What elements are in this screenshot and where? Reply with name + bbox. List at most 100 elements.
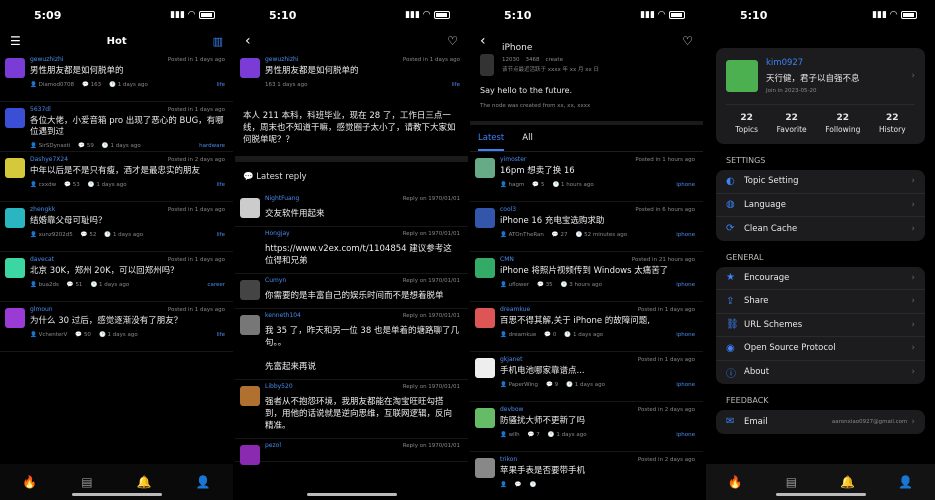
node-tag[interactable]: life (217, 232, 225, 238)
hot-tab-icon[interactable]: 🔥 (22, 475, 37, 489)
profile-tab-icon[interactable]: 👤 (196, 475, 211, 489)
avatar[interactable] (240, 445, 260, 465)
node-tag[interactable]: iphone (676, 232, 695, 238)
topic-row[interactable]: davecat Posted in 1 days ago 北京 30K，郑州 2… (0, 252, 233, 302)
heart-icon[interactable]: ♡ (682, 34, 693, 48)
avatar[interactable] (475, 208, 495, 228)
ranking-icon[interactable]: ▥ (213, 35, 223, 48)
node-tag[interactable]: iphone (676, 382, 695, 388)
reply-item[interactable]: Cumyn Reply on 1970/01/01 你需要的是丰富自己的娱乐时间… (235, 274, 468, 309)
avatar[interactable] (5, 158, 25, 178)
avatar[interactable] (240, 198, 260, 218)
status-time: 5:09 (34, 8, 62, 22)
row-topic-setting[interactable]: ◐ Topic Setting › (716, 170, 925, 194)
avatar[interactable] (475, 408, 495, 428)
last-reply-user[interactable]: 👤 (500, 482, 507, 488)
avatar[interactable] (475, 258, 495, 278)
profile-card[interactable]: kim0927 天行健，君子以自强不息 Join in 2023-05-20 ›… (716, 48, 925, 144)
avatar[interactable] (5, 208, 25, 228)
topic-row[interactable]: Dashye7X24 Posted in 2 days ago 中年以后是不是只… (0, 152, 233, 202)
avatar[interactable] (240, 386, 260, 406)
row-share[interactable]: ⇪ Share › (716, 290, 925, 314)
node-tag[interactable]: life (217, 182, 225, 188)
settings-card: ◐ Topic Setting › ◍ Language › ⟳ Clean Cac… (716, 170, 925, 241)
topic-row[interactable]: devbow Posted in 2 days ago 防骚扰大师不更新了吗 👤… (470, 402, 703, 452)
last-reply-user[interactable]: 👤 PaperWing (500, 382, 538, 388)
last-reply-user[interactable]: 👤 SirSDynasti (30, 143, 70, 149)
node-tag[interactable]: iphone (676, 182, 695, 188)
topic-row[interactable]: zhengkk Posted in 1 days ago 结婚靠父母可耻吗？ 👤… (0, 202, 233, 252)
status-icons: ▮▮▮ ◠ (640, 10, 685, 20)
avatar[interactable] (475, 358, 495, 378)
notification-tab-icon[interactable]: 🔔 (137, 475, 152, 489)
last-reply-user[interactable]: 👤 xunz9202d5 (30, 232, 73, 238)
avatar[interactable] (5, 58, 25, 78)
topic-row[interactable]: gkjanet Posted in 1 days ago 手机电池哪家靠谱点..… (470, 352, 703, 402)
last-reply-user[interactable]: 👤 dreamkue (500, 332, 536, 338)
avatar[interactable] (5, 308, 25, 328)
node-tag[interactable]: career (207, 282, 225, 288)
email-row[interactable]: ✉ Email aaronxiao0927@gmail.com › (716, 410, 925, 434)
row-language[interactable]: ◍ Language › (716, 194, 925, 217)
topic-row[interactable]: trikon Posted in 2 days ago 苹果手表是否要带手机 👤… (470, 452, 703, 500)
topic-row[interactable]: 5637dl Posted in 1 days ago 各位大佬，小爱音箱 pr… (0, 102, 233, 152)
topic-row[interactable]: yimoster Posted in 1 hours ago 16pm 想卖了换… (470, 152, 703, 202)
back-icon[interactable]: ‹ (480, 33, 486, 49)
node-tag[interactable]: life (452, 82, 460, 88)
tab-all[interactable]: All (522, 133, 533, 151)
last-reply-user[interactable]: 👤 ATOnTheRan (500, 232, 544, 238)
avatar[interactable] (475, 308, 495, 328)
last-reply-user[interactable]: 👤 hagm (500, 182, 524, 188)
topic-title: 防骚扰大师不更新了吗 (500, 416, 586, 426)
avatar[interactable] (5, 108, 25, 128)
stat-topics[interactable]: 22 Topics (735, 113, 758, 134)
last-reply-user[interactable]: 👤 cxxdw (30, 182, 56, 188)
back-icon[interactable]: ‹ (245, 33, 251, 49)
nodes-tab-icon[interactable]: ▤ (786, 475, 797, 489)
stat-favorite[interactable]: 22 Favorite (777, 113, 807, 134)
topic-row[interactable]: cool3 Posted in 6 hours ago iPhone 16 充电… (470, 202, 703, 252)
last-reply-user[interactable]: 👤 VchenterV (30, 332, 67, 338)
last-reply-user[interactable]: 👤 wllh (500, 432, 520, 438)
hot-tab-icon[interactable]: 🔥 (728, 475, 743, 489)
row-encourage[interactable]: ★ Encourage › (716, 267, 925, 290)
last-reply-user[interactable]: 👤 Diamod0708 (30, 82, 74, 88)
last-reply-user[interactable]: 👤 bua2ds (30, 282, 59, 288)
stat-following[interactable]: 22 Following (825, 113, 860, 134)
menu-icon[interactable]: ☰ (10, 34, 21, 48)
node-tag[interactable]: life (217, 332, 225, 338)
avatar[interactable] (5, 258, 25, 278)
username: kim0927 (766, 58, 804, 68)
avatar[interactable] (475, 458, 495, 478)
avatar[interactable] (240, 58, 260, 78)
profile-tab-icon[interactable]: 👤 (898, 475, 913, 489)
avatar[interactable] (475, 158, 495, 178)
topic-row[interactable]: gewuzhizhi Posted in 1 days ago 男性朋友都是如何… (0, 52, 233, 102)
row-clean-cache[interactable]: ⟳ Clean Cache › (716, 217, 925, 241)
topic-row[interactable]: glmoun Posted in 1 days ago 为什么 30 过后，感觉… (0, 302, 233, 352)
node-tag[interactable]: iphone (676, 432, 695, 438)
row-url-schemes[interactable]: ⛓ URL Schemes › (716, 314, 925, 337)
tab-latest[interactable]: Latest (478, 133, 505, 151)
avatar[interactable] (240, 233, 260, 253)
topic-row[interactable]: CMN Posted in 21 hours ago iPhone 将照片视频传… (470, 252, 703, 302)
heart-icon[interactable]: ♡ (447, 34, 458, 48)
reply-item[interactable]: Libby520 Reply on 1970/01/01 强者从不抱怨环境，我朋… (235, 380, 468, 439)
row-open-source-protocol[interactable]: ◉ Open Source Protocol › (716, 337, 925, 361)
reply-item[interactable]: pezol Reply on 1970/01/01 (235, 439, 468, 465)
reply-item[interactable]: NightFuang Reply on 1970/01/01 交友软件用起来 (235, 192, 468, 227)
topic-row[interactable]: dreamkue Posted in 1 days ago 百思不得其解,关于 … (470, 302, 703, 352)
row-about[interactable]: ⓘ About › (716, 361, 925, 385)
avatar[interactable] (240, 280, 260, 300)
node-tag[interactable]: life (217, 82, 225, 88)
reply-item[interactable]: Hongjay Reply on 1970/01/01 https://www.… (235, 227, 468, 274)
node-tag[interactable]: iphone (676, 282, 695, 288)
last-reply-user[interactable]: 👤 uflower (500, 282, 529, 288)
nodes-tab-icon[interactable]: ▤ (81, 475, 92, 489)
node-tag[interactable]: iphone (676, 332, 695, 338)
notification-tab-icon[interactable]: 🔔 (840, 475, 855, 489)
stat-history[interactable]: 22 History (879, 113, 906, 134)
reply-item[interactable]: kenneth104 Reply on 1970/01/01 我 35 了，昨天… (235, 309, 468, 380)
node-tag[interactable]: hardware (199, 143, 225, 149)
avatar[interactable] (240, 315, 260, 335)
